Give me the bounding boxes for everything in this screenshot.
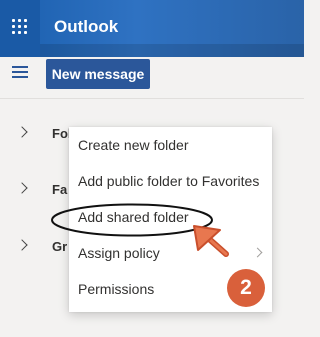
- menu-item-create-new-folder[interactable]: Create new folder: [69, 127, 272, 163]
- top-bar: Outlook: [0, 0, 304, 57]
- folder-group-label: Gr: [52, 239, 68, 254]
- hamburger-icon[interactable]: [12, 66, 30, 80]
- pointer-arrow-icon: [193, 225, 229, 257]
- chevron-right-icon: [252, 247, 263, 258]
- menu-item-label: Assign policy: [78, 245, 160, 261]
- menu-item-label: Permissions: [78, 281, 155, 297]
- step-badge: 2: [227, 269, 265, 307]
- menu-item-label: Create new folder: [78, 137, 189, 153]
- app-launcher-icon: [12, 19, 28, 35]
- app-launcher-button[interactable]: [0, 0, 40, 57]
- menu-item-label: Add public folder to Favorites: [78, 173, 260, 189]
- chevron-right-icon[interactable]: [16, 239, 28, 251]
- folder-group-label: Fa: [52, 182, 68, 197]
- chevron-right-icon[interactable]: [16, 182, 28, 194]
- app-title[interactable]: Outlook: [54, 17, 118, 37]
- menu-item-add-public-folder[interactable]: Add public folder to Favorites: [69, 163, 272, 199]
- chevron-right-icon[interactable]: [16, 126, 28, 138]
- new-message-button[interactable]: New message: [46, 59, 150, 89]
- divider: [0, 98, 304, 99]
- top-bar-band: [0, 44, 304, 57]
